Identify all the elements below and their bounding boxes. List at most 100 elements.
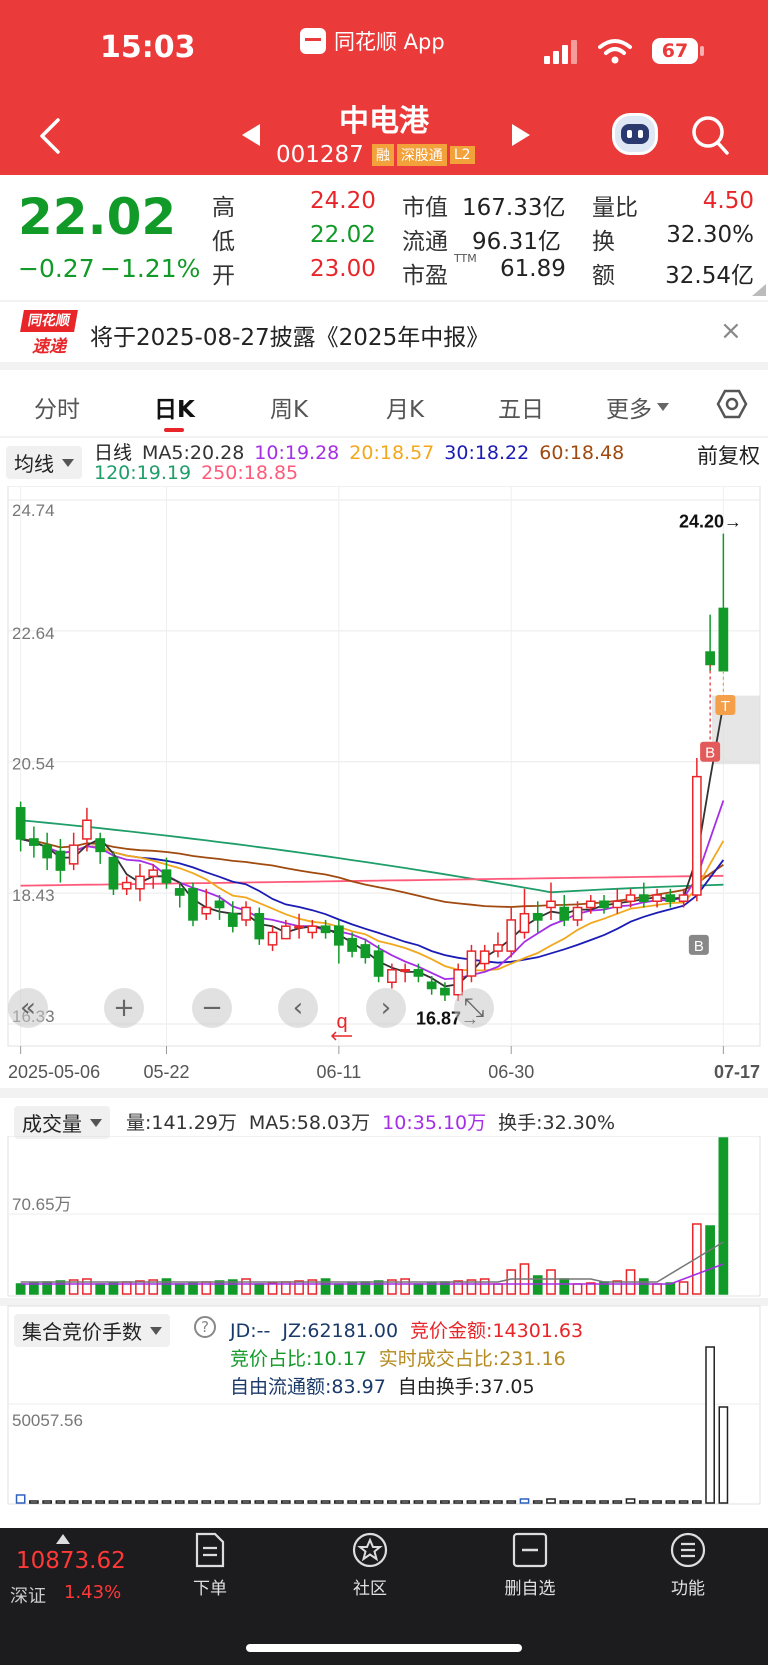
nav-remove-watchlist[interactable]: 删自选 xyxy=(470,1532,590,1599)
stat-pe-label: 市盈 xyxy=(402,263,448,289)
robot-assistant-icon[interactable] xyxy=(612,113,658,155)
volume-bar xyxy=(612,1280,623,1295)
index-name: 深证 xyxy=(10,1586,46,1607)
tab-more[interactable]: 更多 xyxy=(606,390,670,424)
volume-bar xyxy=(453,1280,464,1295)
auction-bar xyxy=(333,1500,344,1504)
auction-frame xyxy=(7,1305,761,1505)
auction-bar xyxy=(148,1500,159,1504)
x-tick-label: 06-11 xyxy=(317,1062,362,1082)
ma-line1-item: MA5:20.28 xyxy=(142,442,245,464)
stat-pe-value: 61.89 xyxy=(500,256,566,282)
order-doc-icon xyxy=(195,1532,225,1568)
zoom-fit-icon[interactable]: « xyxy=(8,988,48,1028)
tab-five-day[interactable]: 五日 xyxy=(498,390,544,424)
volume-bar xyxy=(214,1280,225,1295)
volume-bar xyxy=(652,1283,662,1295)
stat-mcap-value: 167.33亿 xyxy=(462,195,566,221)
auction-bar xyxy=(320,1500,331,1504)
pan-left-icon[interactable]: ‹ xyxy=(278,988,318,1028)
candle-body xyxy=(373,950,384,977)
candle-body xyxy=(440,987,450,996)
header: 15:03 同花顺 App 67 中电港 001287 融 深股通 L2 xyxy=(0,0,768,175)
remove-square-icon xyxy=(512,1532,548,1568)
candle-body xyxy=(413,969,424,977)
auction-bar xyxy=(532,1500,543,1504)
volume-chart[interactable]: 70.65万 xyxy=(0,1136,768,1298)
caret-down-icon xyxy=(90,1118,102,1127)
candle-body xyxy=(333,925,344,946)
auction-chart[interactable]: 50057.56 xyxy=(0,1300,768,1506)
expand-corner-icon[interactable] xyxy=(752,284,766,296)
stock-code-row: 001287 融 深股通 L2 xyxy=(276,142,475,168)
stat-low-label: 低 xyxy=(212,229,235,255)
tab-weekly-k[interactable]: 周K xyxy=(270,390,308,424)
auction-bar xyxy=(42,1500,53,1504)
volume-bar xyxy=(174,1283,185,1295)
pan-right-icon[interactable]: › xyxy=(366,988,406,1028)
fullscreen-icon[interactable]: ⤡ xyxy=(454,988,494,1028)
candle-body xyxy=(652,894,662,903)
auction-bar xyxy=(519,1498,530,1504)
last-price: 22.02 xyxy=(18,188,177,246)
x-tick-label: 07-17 xyxy=(714,1062,760,1082)
candle-body xyxy=(15,807,26,840)
auction-bar xyxy=(95,1500,106,1504)
x-tick-label: 2025-05-06 xyxy=(8,1062,100,1082)
tab-monthly-k[interactable]: 月K xyxy=(386,390,424,424)
tab-intraday[interactable]: 分时 xyxy=(34,390,80,424)
index-change-pct: 1.43% xyxy=(64,1582,122,1603)
candle-body xyxy=(29,838,39,846)
badge-connect: 深股通 xyxy=(396,144,447,166)
search-icon[interactable] xyxy=(690,114,730,158)
candle-body xyxy=(599,900,609,909)
volume-bar xyxy=(572,1283,583,1295)
auction-bar xyxy=(135,1500,145,1504)
status-app[interactable]: 同花顺 App xyxy=(300,26,445,56)
settings-hexagon-icon[interactable] xyxy=(716,388,748,420)
ma-selector[interactable]: 均线 xyxy=(6,446,82,479)
candle-body xyxy=(479,950,490,965)
index-value[interactable]: 10873.62 xyxy=(16,1548,126,1574)
stat-open-label: 开 xyxy=(212,263,235,289)
next-stock-icon[interactable] xyxy=(510,122,532,148)
adjust-mode[interactable]: 前复权 xyxy=(697,440,760,470)
volume-bar xyxy=(95,1283,106,1295)
nav-community[interactable]: 社区 xyxy=(310,1532,430,1599)
wifi-icon xyxy=(598,39,632,64)
zoom-in-icon[interactable]: + xyxy=(104,988,144,1028)
x-tick-label: 06-30 xyxy=(488,1062,534,1082)
volume-selector[interactable]: 成交量 xyxy=(14,1106,110,1139)
volume-bar xyxy=(135,1280,145,1295)
auction-bar xyxy=(466,1500,477,1504)
auction-bar xyxy=(413,1500,424,1504)
tab-daily-k[interactable]: 日K xyxy=(154,390,195,424)
volume-bar xyxy=(546,1269,556,1295)
candle-body xyxy=(705,651,715,666)
auction-bar xyxy=(678,1500,689,1504)
home-indicator[interactable] xyxy=(246,1644,522,1652)
notice-close-icon[interactable]: × xyxy=(720,316,742,346)
auction-bar xyxy=(373,1500,384,1504)
auction-bar xyxy=(453,1500,464,1504)
auction-bar xyxy=(241,1500,251,1504)
notice-text[interactable]: 将于2025-08-27披露《2025年中报》 xyxy=(90,318,489,352)
ma-line1-item: 日线 xyxy=(94,442,133,464)
auction-bar xyxy=(360,1500,371,1504)
ma-line2-item: 250:18.85 xyxy=(201,462,299,484)
nav-functions[interactable]: 功能 xyxy=(628,1532,748,1599)
auction-bar xyxy=(506,1500,517,1504)
auction-bar xyxy=(387,1500,397,1504)
high-annotation: 24.20→ xyxy=(679,512,742,532)
auction-bar xyxy=(691,1500,702,1504)
ma-line1-item: 20:18.57 xyxy=(349,442,435,464)
candle-body xyxy=(466,950,477,977)
nav-order[interactable]: 下单 xyxy=(150,1532,270,1599)
zoom-out-icon[interactable]: − xyxy=(192,988,232,1028)
volume-bar xyxy=(294,1280,304,1295)
stat-open-value: 23.00 xyxy=(310,256,376,282)
candle-body xyxy=(360,944,371,959)
price-change-pct: −1.21% xyxy=(100,254,201,283)
stat-mcap-label: 市值 xyxy=(402,195,448,221)
volume-ma5-line xyxy=(20,1241,724,1283)
